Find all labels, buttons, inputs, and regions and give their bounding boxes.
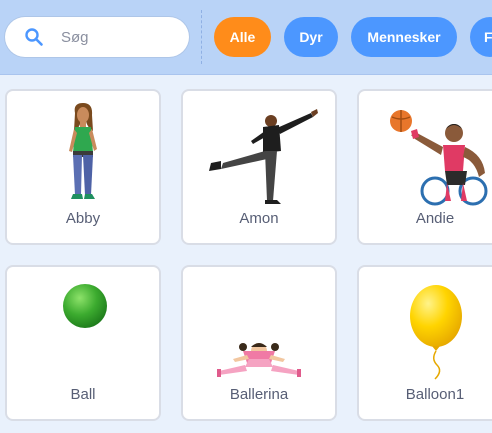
sprite-tile-andie[interactable]: Andie xyxy=(357,89,492,245)
tag-all[interactable]: Alle xyxy=(214,17,271,57)
abby-sprite-image xyxy=(69,103,97,199)
sprite-name: Balloon1 xyxy=(405,386,465,403)
search-box[interactable] xyxy=(5,17,189,57)
ball-sprite-image xyxy=(63,284,107,328)
sprite-name: Ballerina xyxy=(229,386,289,403)
tag-fantasy[interactable]: F xyxy=(470,17,492,57)
tag-people[interactable]: Mennesker xyxy=(351,17,457,57)
sprite-name: Abby xyxy=(65,210,101,227)
filter-divider xyxy=(201,10,202,64)
sprite-tile-balloon1[interactable]: Balloon1 xyxy=(357,265,492,421)
filter-bar: Alle Dyr Mennesker F xyxy=(0,0,492,75)
search-input[interactable] xyxy=(61,26,181,48)
search-icon xyxy=(25,28,43,46)
tag-animals[interactable]: Dyr xyxy=(284,17,338,57)
balloon-sprite-image xyxy=(410,285,462,380)
sprite-name: Ball xyxy=(70,386,96,403)
sprite-tile-abby[interactable]: Abby xyxy=(5,89,161,245)
amon-sprite-image xyxy=(209,109,318,204)
andie-sprite-image xyxy=(390,110,488,206)
sprite-name: Andie xyxy=(415,210,455,227)
sprite-name: Amon xyxy=(239,210,279,227)
ballerina-sprite-image xyxy=(217,343,301,377)
sprite-tile-ballerina[interactable]: Ballerina xyxy=(181,265,337,421)
sprite-tile-ball[interactable]: Ball xyxy=(5,265,161,421)
sprite-tile-amon[interactable]: Amon xyxy=(181,89,337,245)
